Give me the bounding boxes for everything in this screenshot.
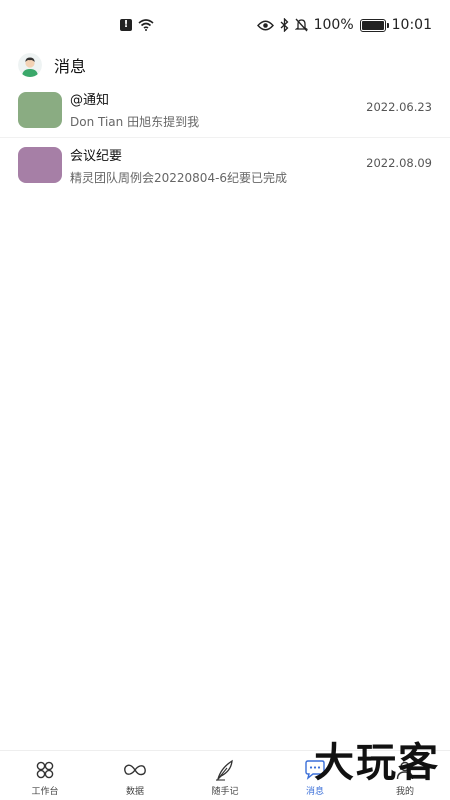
wifi-icon [138,19,154,31]
sim-alert-icon: ! [120,19,132,31]
battery-icon [359,18,389,32]
battery-percent: 100% [313,17,354,33]
message-date: 2022.06.23 [366,100,432,114]
bluetooth-icon [280,18,289,32]
nav-label: 工作台 [31,787,59,797]
nav-label: 数据 [125,787,144,797]
watermark-logo: 大玩客 [314,739,440,786]
message-list: @通知 Don Tian 田旭东提到我 2022.06.23 会议纪要 精灵团队… [0,82,450,192]
clock: 10:01 [391,17,432,33]
message-item-meeting-notes[interactable]: 会议纪要 精灵团队周例会20220804-6纪要已完成 2022.08.09 [0,137,450,192]
status-left: ! [120,19,154,31]
status-bar: ! 100% 10:01 [0,0,450,48]
message-date: 2022.08.09 [366,156,432,170]
message-subtitle: 精灵团队周例会20220804-6纪要已完成 [70,170,288,185]
user-avatar-icon[interactable] [18,53,42,77]
message-thumbnail [18,91,62,128]
feather-icon [213,759,237,781]
page-title: 消息 [54,57,87,76]
page-header: 消息 [0,48,450,82]
message-subtitle: Don Tian 田旭东提到我 [70,115,200,129]
nav-tab-data[interactable]: 数据 [90,751,180,800]
grid-icon [33,759,57,781]
eye-icon [256,20,274,30]
nav-tab-notes[interactable]: 随手记 [180,751,270,800]
mute-bell-icon [294,18,308,32]
message-thumbnail [18,147,62,183]
nav-label: 随手记 [211,787,239,797]
message-item-mention[interactable]: @通知 Don Tian 田旭东提到我 2022.06.23 [0,82,450,137]
status-right: 100% 10:01 [256,17,432,33]
infinity-icon [123,759,147,781]
nav-tab-workbench[interactable]: 工作台 [0,751,90,800]
